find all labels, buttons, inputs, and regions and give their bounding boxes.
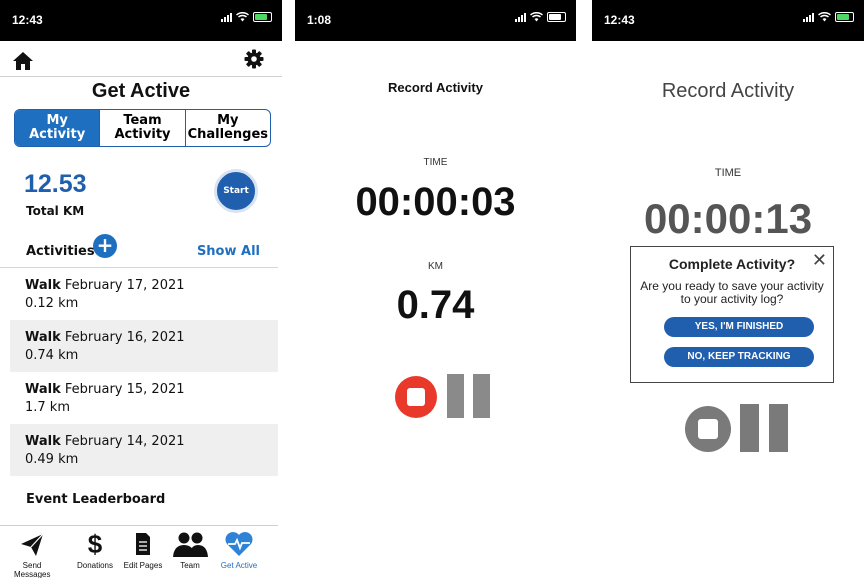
send-icon [21, 533, 44, 556]
page-title: Get Active [91, 80, 191, 102]
activity-list: Walk February 17, 2021 0.12 km Walk Febru… [10, 268, 278, 476]
nav-get-active[interactable]: Get Active [214, 530, 264, 570]
keep-tracking-button[interactable]: NO, KEEP TRACKING [664, 347, 814, 367]
team-icon [173, 532, 208, 557]
gear-icon[interactable] [244, 49, 264, 69]
top-toolbar [0, 43, 282, 77]
leaderboard-heading: Event Leaderboard [26, 492, 166, 507]
tab-team-activity[interactable]: Team Activity [99, 110, 184, 146]
show-all-link[interactable]: Show All [197, 244, 260, 259]
record-activity-complete-screen: 12:43 Record Activity TIME 00:00:13 Comp… [592, 0, 864, 578]
pause-icon[interactable] [740, 404, 790, 452]
tab-my-challenges[interactable]: My Challenges [184, 110, 270, 146]
total-km-label: Total KM [26, 204, 85, 218]
timer-value: 00:00:13 [643, 195, 813, 242]
signal-icon [515, 12, 526, 22]
document-icon [136, 533, 150, 555]
total-km-value: 12.53 [24, 170, 87, 198]
page-title: Record Activity [388, 80, 483, 95]
dollar-icon: $ [88, 530, 103, 558]
km-label: KM [428, 261, 443, 272]
list-item[interactable]: Walk February 15, 2021 1.7 km [10, 372, 278, 424]
time-label: TIME [714, 167, 742, 179]
nav-team[interactable]: Team [167, 530, 213, 570]
wifi-icon [530, 12, 543, 22]
timer-value: 00:00:03 [355, 180, 516, 224]
heart-pulse-icon [225, 532, 253, 556]
time-label: TIME [423, 157, 448, 168]
dialog-message: Are you ready to save your activity to y… [640, 279, 824, 306]
close-icon[interactable]: ✕ [812, 250, 827, 271]
battery-icon [253, 12, 272, 22]
battery-icon [547, 12, 566, 22]
battery-icon [835, 12, 854, 22]
signal-icon [221, 12, 232, 22]
add-activity-icon[interactable]: + [93, 234, 117, 258]
status-time: 12:43 [604, 13, 635, 27]
start-button[interactable]: Start [214, 169, 258, 213]
tab-my-activity[interactable]: My Activity [15, 110, 100, 146]
km-value: 0.74 [396, 283, 475, 327]
wifi-icon [818, 12, 831, 22]
status-time: 1:08 [307, 13, 332, 27]
wifi-icon [236, 12, 249, 22]
record-activity-screen: 1:08 Record Activity TIME 00:00:03 KM 0.… [295, 0, 576, 578]
status-bar: 12:43 [592, 0, 864, 41]
nav-edit-pages[interactable]: Edit Pages [120, 530, 166, 570]
activity-segmented-control: My Activity Team Activity My Challenges [14, 109, 271, 147]
status-bar: 12:43 [0, 0, 282, 41]
complete-activity-dialog: Complete Activity? ✕ Are you ready to sa… [630, 246, 834, 383]
list-item[interactable]: Walk February 17, 2021 0.12 km [10, 268, 278, 320]
nav-donations[interactable]: $ Donations [72, 530, 118, 570]
svg-text:$: $ [88, 530, 103, 558]
list-item[interactable]: Walk February 16, 2021 0.74 km [10, 320, 278, 372]
nav-send-messages[interactable]: Send Messages [14, 530, 50, 578]
home-icon[interactable] [12, 51, 34, 71]
finish-button[interactable]: YES, I'M FINISHED [664, 317, 814, 337]
signal-icon [803, 12, 814, 22]
stop-icon[interactable] [395, 376, 437, 418]
page-title: Record Activity [661, 80, 795, 102]
list-item[interactable]: Walk February 14, 2021 0.49 km [10, 424, 278, 476]
stop-icon[interactable] [685, 406, 731, 452]
get-active-screen: 12:43 Get Active My Activity Team Activity… [0, 0, 282, 578]
bottom-tab-bar: Send Messages $ Donations Edit Pages Tea… [0, 525, 278, 578]
status-time: 12:43 [12, 13, 43, 27]
pause-icon[interactable] [447, 374, 491, 418]
dialog-title: Complete Activity? [668, 256, 796, 272]
activities-heading: Activities [26, 244, 95, 259]
status-bar: 1:08 [295, 0, 576, 41]
